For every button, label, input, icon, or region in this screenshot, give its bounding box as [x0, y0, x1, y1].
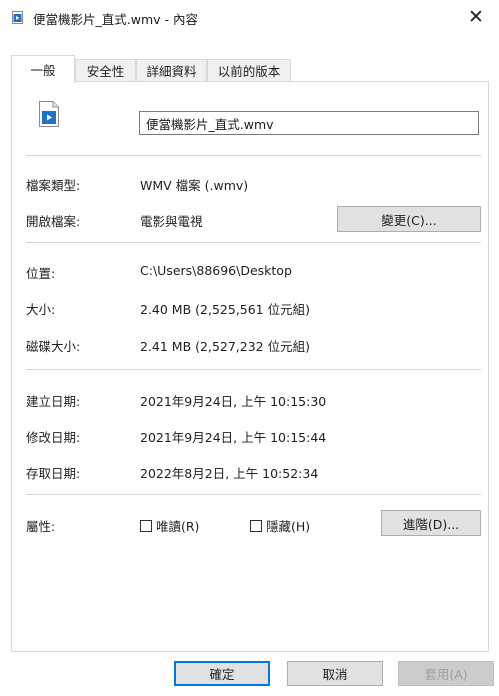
- ok-button-label: 確定: [209, 667, 235, 682]
- size-value: 2.40 MB (2,525,561 位元組): [140, 302, 310, 317]
- tab-general[interactable]: 一般: [11, 55, 75, 83]
- change-button[interactable]: 變更(C)...: [337, 206, 481, 232]
- advanced-button[interactable]: 進階(D)...: [381, 510, 481, 536]
- file-type-value: WMV 檔案 (.wmv): [140, 178, 249, 193]
- advanced-button-label: 進階(D)...: [402, 516, 460, 532]
- ok-button[interactable]: 確定: [174, 661, 270, 686]
- modified-label: 修改日期:: [26, 430, 81, 445]
- separator: [26, 369, 481, 370]
- wmv-file-icon: [12, 11, 23, 24]
- hidden-checkbox-label: 隱藏(H): [266, 519, 311, 534]
- checkbox-box[interactable]: [140, 519, 152, 532]
- separator: [26, 242, 481, 243]
- location-value: C:\Users\88696\Desktop: [140, 263, 292, 278]
- tab-label: 詳細資料: [146, 64, 197, 79]
- file-type-label: 檔案類型:: [26, 178, 81, 193]
- hidden-checkbox[interactable]: 隱藏(H): [250, 516, 310, 535]
- tab-strip: 一般 安全性 詳細資料 以前的版本: [0, 55, 499, 83]
- attributes-label: 屬性:: [26, 519, 56, 534]
- readonly-checkbox-label: 唯讀(R): [156, 519, 200, 534]
- cancel-button[interactable]: 取消: [287, 661, 383, 686]
- file-name-input[interactable]: [139, 111, 479, 135]
- modified-value: 2021年9月24日, 上午 10:15:44: [140, 430, 327, 445]
- size-on-disk-label: 磁碟大小:: [26, 339, 81, 354]
- apply-button-label: 套用(A): [424, 667, 468, 682]
- close-icon: ✕: [468, 6, 484, 28]
- tab-previous-versions[interactable]: 以前的版本: [207, 59, 291, 81]
- tab-label: 以前的版本: [217, 64, 281, 79]
- change-button-label: 變更(C)...: [381, 212, 437, 228]
- tab-label: 安全性: [86, 64, 125, 79]
- wmv-file-large-icon: [39, 101, 59, 127]
- readonly-checkbox[interactable]: 唯讀(R): [140, 516, 199, 535]
- location-label: 位置:: [26, 266, 56, 281]
- accessed-label: 存取日期:: [26, 466, 81, 481]
- close-button[interactable]: ✕: [453, 0, 499, 34]
- opens-with-label: 開啟檔案:: [26, 214, 81, 229]
- tab-details[interactable]: 詳細資料: [136, 59, 207, 81]
- size-label: 大小:: [26, 302, 56, 317]
- general-panel: [11, 81, 489, 652]
- tab-label: 一般: [30, 63, 56, 78]
- created-label: 建立日期:: [26, 394, 81, 409]
- window-title: 便當機影片_直式.wmv - 內容: [33, 12, 198, 27]
- size-on-disk-value: 2.41 MB (2,527,232 位元組): [140, 339, 310, 354]
- apply-button[interactable]: 套用(A): [398, 661, 494, 686]
- tab-security[interactable]: 安全性: [75, 59, 136, 81]
- created-value: 2021年9月24日, 上午 10:15:30: [140, 394, 327, 409]
- separator: [26, 155, 481, 156]
- cancel-button-label: 取消: [322, 667, 348, 682]
- accessed-value: 2022年8月2日, 上午 10:52:34: [140, 466, 319, 481]
- checkbox-box[interactable]: [250, 519, 262, 532]
- title-bar: 便當機影片_直式.wmv - 內容 ✕: [0, 0, 499, 34]
- separator: [26, 494, 481, 495]
- opens-with-value: 電影與電視: [140, 214, 203, 229]
